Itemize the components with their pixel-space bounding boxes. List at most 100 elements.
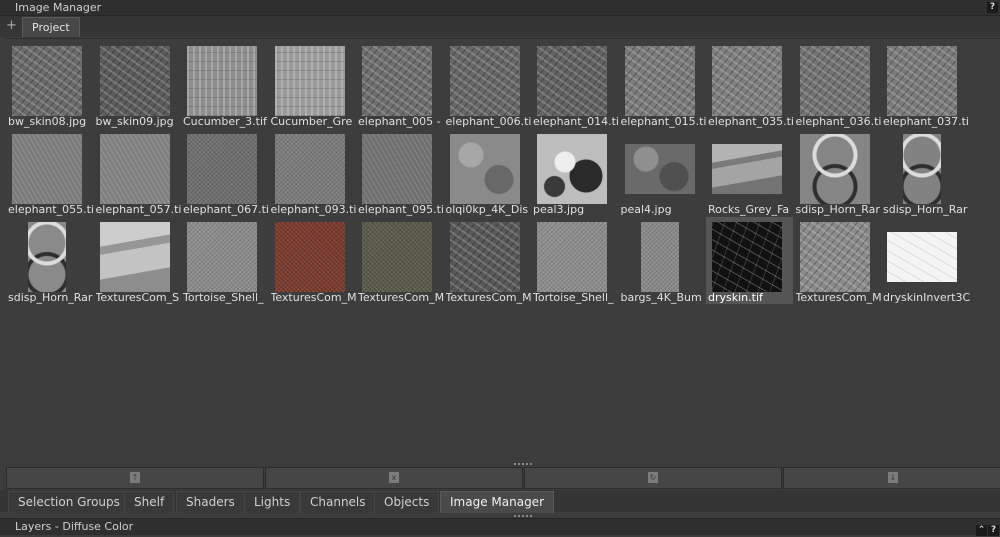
thumbnail-label: Rocks_Grey_Fa xyxy=(708,203,790,216)
thumbnail-label: dryskin.tif xyxy=(708,291,763,304)
tab-image-manager[interactable]: Image Manager xyxy=(440,491,554,513)
thumbnail-label: sdisp_Horn_Rar xyxy=(883,203,968,216)
thumbnail-image xyxy=(28,222,66,292)
panel-splitter-handle[interactable] xyxy=(514,463,532,465)
thumbnail-image xyxy=(274,222,345,292)
thumbnail-label: peal4.jpg xyxy=(620,203,672,216)
layers-help-icon[interactable]: ? xyxy=(988,525,999,536)
thumbnail-image xyxy=(640,222,679,292)
window-title: Image Manager xyxy=(15,1,102,14)
thumbnail-image xyxy=(624,46,695,116)
thumbnail-label: elephant_014.ti xyxy=(533,115,619,128)
image-thumbnail[interactable]: TexturesCom_M xyxy=(356,217,445,304)
tab-lights[interactable]: Lights xyxy=(244,491,301,513)
thumbnail-image xyxy=(537,134,607,204)
image-thumbnail[interactable]: elephant_093.ti xyxy=(269,129,356,216)
thumbnail-image xyxy=(799,46,870,116)
thumbnail-image xyxy=(887,232,957,282)
image-manager-toolbar: ↑ x ↻ ↓ xyxy=(6,467,1000,489)
image-thumbnail[interactable]: elephant_036.ti xyxy=(794,41,881,128)
image-thumbnail[interactable]: Cucumber_Gre xyxy=(269,41,356,128)
export-button[interactable]: ↓ xyxy=(783,467,1000,489)
thumbnail-label: elephant_006.ti xyxy=(445,115,532,128)
project-tab-row: + Project xyxy=(0,16,1000,37)
remove-button[interactable]: x xyxy=(265,467,523,489)
thumbnail-label: Cucumber_Gre xyxy=(270,115,353,128)
image-thumbnail[interactable]: sdisp_Horn_Rar xyxy=(794,129,881,216)
image-thumbnail[interactable]: elephant_095.ti xyxy=(356,129,444,216)
tab-shelf[interactable]: Shelf xyxy=(124,491,175,513)
image-thumbnail[interactable]: elephant_005 - xyxy=(356,41,443,128)
reload-button[interactable]: ↻ xyxy=(524,467,782,489)
thumbnail-label: bw_skin08.jpg xyxy=(8,115,87,128)
image-thumbnail[interactable]: bargs_4K_Bum xyxy=(619,217,706,304)
import-icon: ↑ xyxy=(130,472,140,483)
tab-objects[interactable]: Objects xyxy=(374,491,440,513)
thumbnail-label: bargs_4K_Bum xyxy=(620,291,702,304)
thumbnail-label: elephant_036.ti xyxy=(795,115,882,128)
image-manager-titlebar: Image Manager ? xyxy=(0,0,1000,16)
thumbnail-image xyxy=(99,46,170,116)
thumbnail-label: TexturesCom_M xyxy=(795,291,882,304)
image-thumbnail[interactable]: Tortoise_Shell_ xyxy=(531,217,618,304)
thumbnail-label: elephant_093.ti xyxy=(270,203,357,216)
export-icon: ↓ xyxy=(888,472,898,483)
tab-channels[interactable]: Channels xyxy=(300,491,376,513)
image-thumbnail[interactable]: sdisp_Horn_Rar xyxy=(881,129,968,216)
image-thumbnail[interactable]: elephant_014.ti xyxy=(531,41,619,128)
image-thumbnail[interactable]: peal4.jpg xyxy=(619,129,706,216)
thumbnail-image xyxy=(274,46,345,116)
image-thumbnail[interactable]: dryskin.tif xyxy=(706,217,793,304)
thumbnail-label: peal3.jpg xyxy=(533,203,585,216)
thumbnail-label: elephant_005 - xyxy=(358,115,441,128)
collapse-icon[interactable]: ⌃ xyxy=(976,525,987,536)
image-thumbnail[interactable]: elephant_057.ti xyxy=(94,129,181,216)
thumbnail-image xyxy=(187,222,257,292)
thumbnail-label: TexturesCom_S xyxy=(95,291,180,304)
tab-selection-groups[interactable]: Selection Groups xyxy=(8,491,130,513)
help-icon[interactable]: ? xyxy=(987,2,998,13)
layers-panel-title: Layers - Diffuse Color xyxy=(15,520,134,533)
thumbnail-label: TexturesCom_M xyxy=(358,291,445,304)
image-thumbnail[interactable]: Tortoise_Shell_ xyxy=(181,217,268,304)
thumbnail-label: TexturesCom_M xyxy=(445,291,532,304)
image-thumbnail[interactable]: elephant_006.ti xyxy=(444,41,531,128)
thumbnail-image xyxy=(624,144,695,194)
image-thumbnail[interactable]: bw_skin08.jpg xyxy=(6,41,93,128)
image-thumbnail[interactable]: sdisp_Horn_Rar xyxy=(6,217,93,304)
thumbnail-image xyxy=(712,144,782,194)
image-thumbnail[interactable]: Rocks_Grey_Fa xyxy=(706,129,793,216)
image-thumbnail[interactable]: TexturesCom_S xyxy=(94,217,181,304)
thumbnail-image xyxy=(799,222,870,292)
add-tab-icon[interactable]: + xyxy=(6,17,17,35)
image-thumbnail[interactable]: elephant_055.ti xyxy=(6,129,94,216)
thumbnail-image xyxy=(187,46,257,116)
thumbnail-label: sdisp_Horn_Rar xyxy=(795,203,880,216)
image-thumbnail[interactable]: TexturesCom_M xyxy=(794,217,882,304)
image-thumbnail[interactable]: TexturesCom_M xyxy=(269,217,357,304)
thumbnail-image xyxy=(99,222,170,292)
thumbnail-label: TexturesCom_M xyxy=(270,291,357,304)
image-thumbnail[interactable]: elephant_067.ti xyxy=(181,129,269,216)
image-thumbnail[interactable]: peal3.jpg xyxy=(531,129,618,216)
image-thumbnail[interactable]: elephant_015.ti xyxy=(619,41,706,128)
image-thumbnail[interactable]: Cucumber_3.tif xyxy=(181,41,268,128)
thumbnail-image xyxy=(449,46,520,116)
panel-tab-bar: Selection Groups Shelf Shaders Lights Channe… xyxy=(0,490,1000,513)
image-thumbnail[interactable]: dryskinInvert3C xyxy=(881,217,970,304)
tab-shaders[interactable]: Shaders xyxy=(176,491,245,513)
image-thumbnail[interactable]: TexturesCom_M xyxy=(444,217,532,304)
image-thumbnail[interactable]: elephant_037.ti xyxy=(881,41,969,128)
layers-splitter-handle[interactable] xyxy=(514,515,532,517)
thumbnail-label: Tortoise_Shell_ xyxy=(533,291,614,304)
image-thumbnail[interactable]: olqi0kp_4K_Dis xyxy=(444,129,531,216)
image-thumbnail-grid: bw_skin08.jpg bw_skin09.jpg Cucumber_3.tif… xyxy=(6,38,1000,459)
import-button[interactable]: ↑ xyxy=(6,467,264,489)
thumbnail-label: elephant_037.ti xyxy=(883,115,969,128)
thumbnail-label: olqi0kp_4K_Dis xyxy=(445,203,529,216)
thumbnail-image xyxy=(12,134,82,204)
tab-project[interactable]: Project xyxy=(22,17,80,37)
thumbnail-image xyxy=(187,134,257,204)
image-thumbnail[interactable]: bw_skin09.jpg xyxy=(94,41,181,128)
image-thumbnail[interactable]: elephant_035.ti xyxy=(706,41,794,128)
